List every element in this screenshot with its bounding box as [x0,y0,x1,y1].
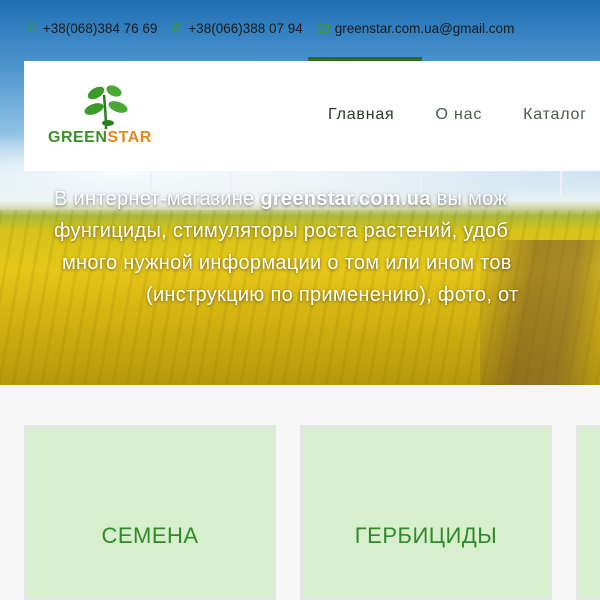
nav-item-catalog[interactable]: Каталог [523,106,587,124]
phone-contact-1[interactable]: ✆ +38(068)384 76 69 [26,20,157,36]
main-navigation: Главная О нас Каталог [328,106,587,124]
phone-number-1[interactable]: +38(068)384 76 69 [43,21,157,36]
email-link[interactable]: greenstar.com.ua@gmail.com [335,21,515,36]
mail-icon [316,23,329,33]
card-background [303,428,549,597]
contact-bar: ✆ +38(068)384 76 69 ✆ +38(066)388 07 94 … [26,20,514,36]
hero-line-1-start: В интернет-магазине [54,188,261,210]
email-contact[interactable]: greenstar.com.ua@gmail.com [316,21,515,36]
hero-line-1: В интернет-магазине greenstar.com.ua вы … [54,183,507,215]
card-background [27,428,273,597]
hero-line-2: фунгициды, стимуляторы роста растений, у… [54,220,509,242]
phone-icon: ✆ [26,20,37,35]
active-nav-indicator [308,57,422,61]
site-header: GREENSTAR Главная О нас Каталог [24,57,600,171]
hero-line-1-end: вы мож [430,188,507,210]
category-card-herbicides[interactable]: ГЕРБИЦИДЫ [300,425,552,600]
phone-icon: ✆ [171,20,183,35]
sprout-icon [84,85,128,130]
category-cards: СЕМЕНА ГЕРБИЦИДЫ [24,425,600,600]
logo-text: GREENSTAR [48,129,152,147]
hero-line-4: (инструкцию по применению), фото, от [146,284,519,306]
category-card-partial[interactable] [576,425,600,600]
site-logo[interactable]: GREENSTAR [48,83,168,153]
phone-contact-2[interactable]: ✆ +38(066)388 07 94 [171,20,302,36]
hero-site-name: greenstar.com.ua [260,188,431,210]
category-title: СЕМЕНА [101,523,199,548]
logo-text-green: GREEN [48,129,108,146]
logo-text-orange: STAR [107,129,152,146]
nav-item-about[interactable]: О нас [436,106,483,124]
phone-number-2[interactable]: +38(066)388 07 94 [188,21,302,36]
category-title: ГЕРБИЦИДЫ [354,523,498,548]
nav-item-home[interactable]: Главная [328,106,395,124]
category-card-seeds[interactable]: СЕМЕНА [24,425,276,600]
card-background [579,428,600,597]
hero-line-3: много нужной информации о том или ином т… [62,252,512,274]
